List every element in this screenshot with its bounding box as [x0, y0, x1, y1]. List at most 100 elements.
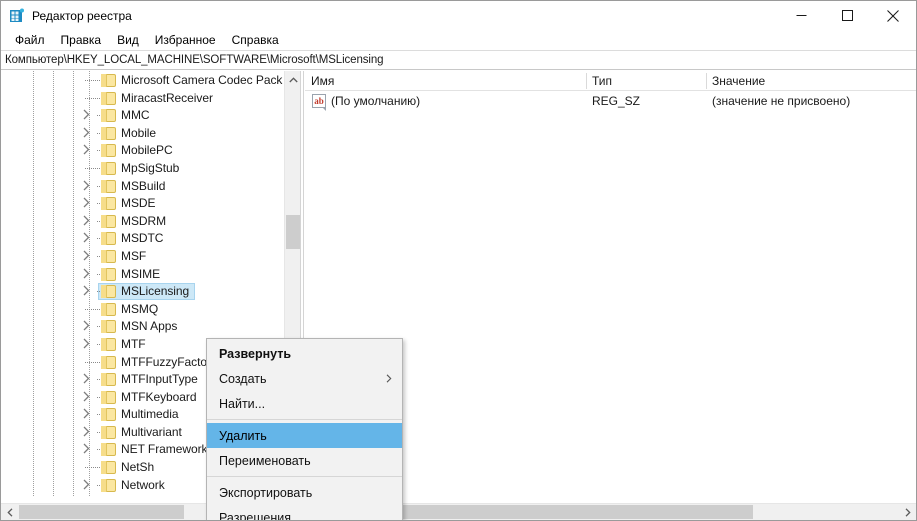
chevron-right-icon[interactable] — [83, 268, 95, 281]
tree-item-label: MpSigStub — [121, 160, 180, 175]
chevron-right-icon[interactable] — [83, 144, 95, 157]
tree-item-mmc[interactable]: MMC — [1, 107, 284, 125]
menu-favorites[interactable]: Избранное — [147, 31, 224, 50]
chevron-right-icon[interactable] — [83, 250, 95, 263]
chevron-right-icon[interactable] — [83, 320, 95, 333]
chevron-right-icon[interactable] — [83, 215, 95, 228]
tree-item-mobile[interactable]: Mobile — [1, 125, 284, 143]
tree-item-label: Network — [121, 477, 165, 492]
registry-editor-icon — [9, 8, 25, 24]
scroll-right-arrow[interactable] — [899, 504, 916, 520]
tree-item-label: Mobile — [121, 125, 157, 140]
scroll-left-arrow[interactable] — [1, 504, 18, 520]
menu-file[interactable]: Файл — [7, 31, 53, 50]
column-header-type[interactable]: Тип — [586, 71, 612, 91]
address-bar[interactable]: Компьютер\HKEY_LOCAL_MACHINE\SOFTWARE\Mi… — [1, 50, 916, 70]
values-row[interactable]: ab (По умолчанию) REG_SZ (значение не пр… — [305, 91, 916, 111]
chevron-right-icon[interactable] — [83, 285, 95, 298]
tree-item-msdrm[interactable]: MSDRM — [1, 213, 284, 231]
tree-connector — [85, 80, 102, 81]
tree-item-mobilepc[interactable]: MobilePC — [1, 142, 284, 160]
menu-view[interactable]: Вид — [109, 31, 147, 50]
menu-bar: Файл Правка Вид Избранное Справка — [1, 30, 916, 50]
maximize-button[interactable] — [824, 1, 870, 30]
context-menu-item-1[interactable]: Создать — [207, 366, 402, 391]
menu-help[interactable]: Справка — [224, 31, 287, 50]
context-menu-label: Развернуть — [219, 346, 292, 361]
tree-item-mslicensing[interactable]: MSLicensing — [1, 283, 284, 301]
context-menu-label: Создать — [219, 371, 267, 386]
minimize-button[interactable] — [778, 1, 824, 30]
column-header-name[interactable]: Имя — [305, 71, 334, 91]
folder-icon — [101, 302, 116, 316]
tree-item-label: Microsoft Camera Codec Pack — [121, 73, 283, 87]
tree-hscroll-thumb[interactable] — [19, 505, 184, 519]
title-bar: Редактор реестра — [1, 1, 916, 30]
tree-item-msn-apps[interactable]: MSN Apps — [1, 318, 284, 336]
context-menu-item-5[interactable]: Экспортировать — [207, 480, 402, 505]
tree-item-miracastreceiver[interactable]: MiracastReceiver — [1, 90, 284, 108]
chevron-right-icon[interactable] — [83, 180, 95, 193]
context-menu-label: Разрешения... — [219, 510, 302, 521]
chevron-right-icon[interactable] — [83, 391, 95, 404]
values-column-header: Имя Тип Значение — [305, 71, 916, 91]
scroll-up-arrow[interactable] — [285, 71, 300, 88]
context-menu-separator — [207, 419, 402, 420]
tree-connector — [85, 361, 102, 363]
context-menu-item-0[interactable]: Развернуть — [207, 341, 402, 366]
chevron-right-icon[interactable] — [83, 373, 95, 386]
value-data-cell: (значение не присвоено) — [712, 94, 851, 108]
window-controls — [778, 1, 916, 30]
folder-icon — [101, 144, 116, 158]
tree-item-msbuild[interactable]: MSBuild — [1, 178, 284, 196]
chevron-right-icon[interactable] — [83, 338, 95, 351]
chevron-right-icon[interactable] — [83, 197, 95, 210]
tree-connector — [85, 467, 102, 469]
folder-icon — [101, 408, 116, 422]
tree-item-msdtc[interactable]: MSDTC — [1, 230, 284, 248]
context-menu-item-2[interactable]: Найти... — [207, 391, 402, 416]
folder-icon — [101, 478, 116, 492]
tree-scroll-thumb[interactable] — [286, 215, 300, 249]
chevron-right-icon[interactable] — [83, 109, 95, 122]
chevron-right-icon[interactable] — [83, 443, 95, 456]
context-menu-item-3[interactable]: Удалить — [207, 423, 402, 448]
context-menu-label: Экспортировать — [219, 485, 313, 500]
tree-item-label: MTFInputType — [121, 372, 198, 387]
tree-connector — [85, 167, 102, 169]
folder-icon — [101, 443, 116, 457]
column-header-value[interactable]: Значение — [706, 71, 765, 91]
folder-icon — [101, 179, 116, 193]
context-menu-item-4[interactable]: Переименовать — [207, 448, 402, 473]
tree-item-msmq[interactable]: MSMQ — [1, 301, 284, 319]
tree-item-msde[interactable]: MSDE — [1, 195, 284, 213]
folder-icon — [101, 126, 116, 140]
tree-item-msf[interactable]: MSF — [1, 248, 284, 266]
chevron-right-icon[interactable] — [83, 408, 95, 421]
chevron-right-icon[interactable] — [83, 232, 95, 245]
tree-item-mpsigstub[interactable]: MpSigStub — [1, 160, 284, 178]
tree-item-label: MobilePC — [121, 143, 173, 158]
tree-item-microsoft-camera-codec-pack[interactable]: Microsoft Camera Codec Pack — [1, 72, 284, 90]
folder-icon — [101, 337, 116, 351]
folder-icon — [101, 214, 116, 228]
menu-edit[interactable]: Правка — [53, 31, 110, 50]
chevron-right-icon[interactable] — [83, 479, 95, 492]
tree-item-msime[interactable]: MSIME — [1, 266, 284, 284]
values-list: ab (По умолчанию) REG_SZ (значение не пр… — [305, 91, 916, 111]
chevron-right-icon — [386, 372, 392, 386]
tree-connector — [85, 97, 102, 99]
tree-context-menu: Развернуть Создать Найти... Удалить Переимен… — [206, 338, 403, 521]
folder-icon — [101, 91, 116, 105]
chevron-right-icon[interactable] — [83, 127, 95, 140]
tree-item-label: MSDE — [121, 196, 156, 211]
window-title: Редактор реестра — [32, 8, 132, 23]
value-type-cell: REG_SZ — [592, 94, 641, 108]
chevron-right-icon[interactable] — [83, 426, 95, 439]
close-button[interactable] — [870, 1, 916, 30]
context-menu-item-6[interactable]: Разрешения... — [207, 505, 402, 521]
folder-icon — [101, 249, 116, 263]
context-menu-label: Удалить — [219, 428, 267, 443]
tree-item-label: MSIME — [121, 266, 161, 281]
value-name-cell: (По умолчанию) — [331, 94, 421, 108]
